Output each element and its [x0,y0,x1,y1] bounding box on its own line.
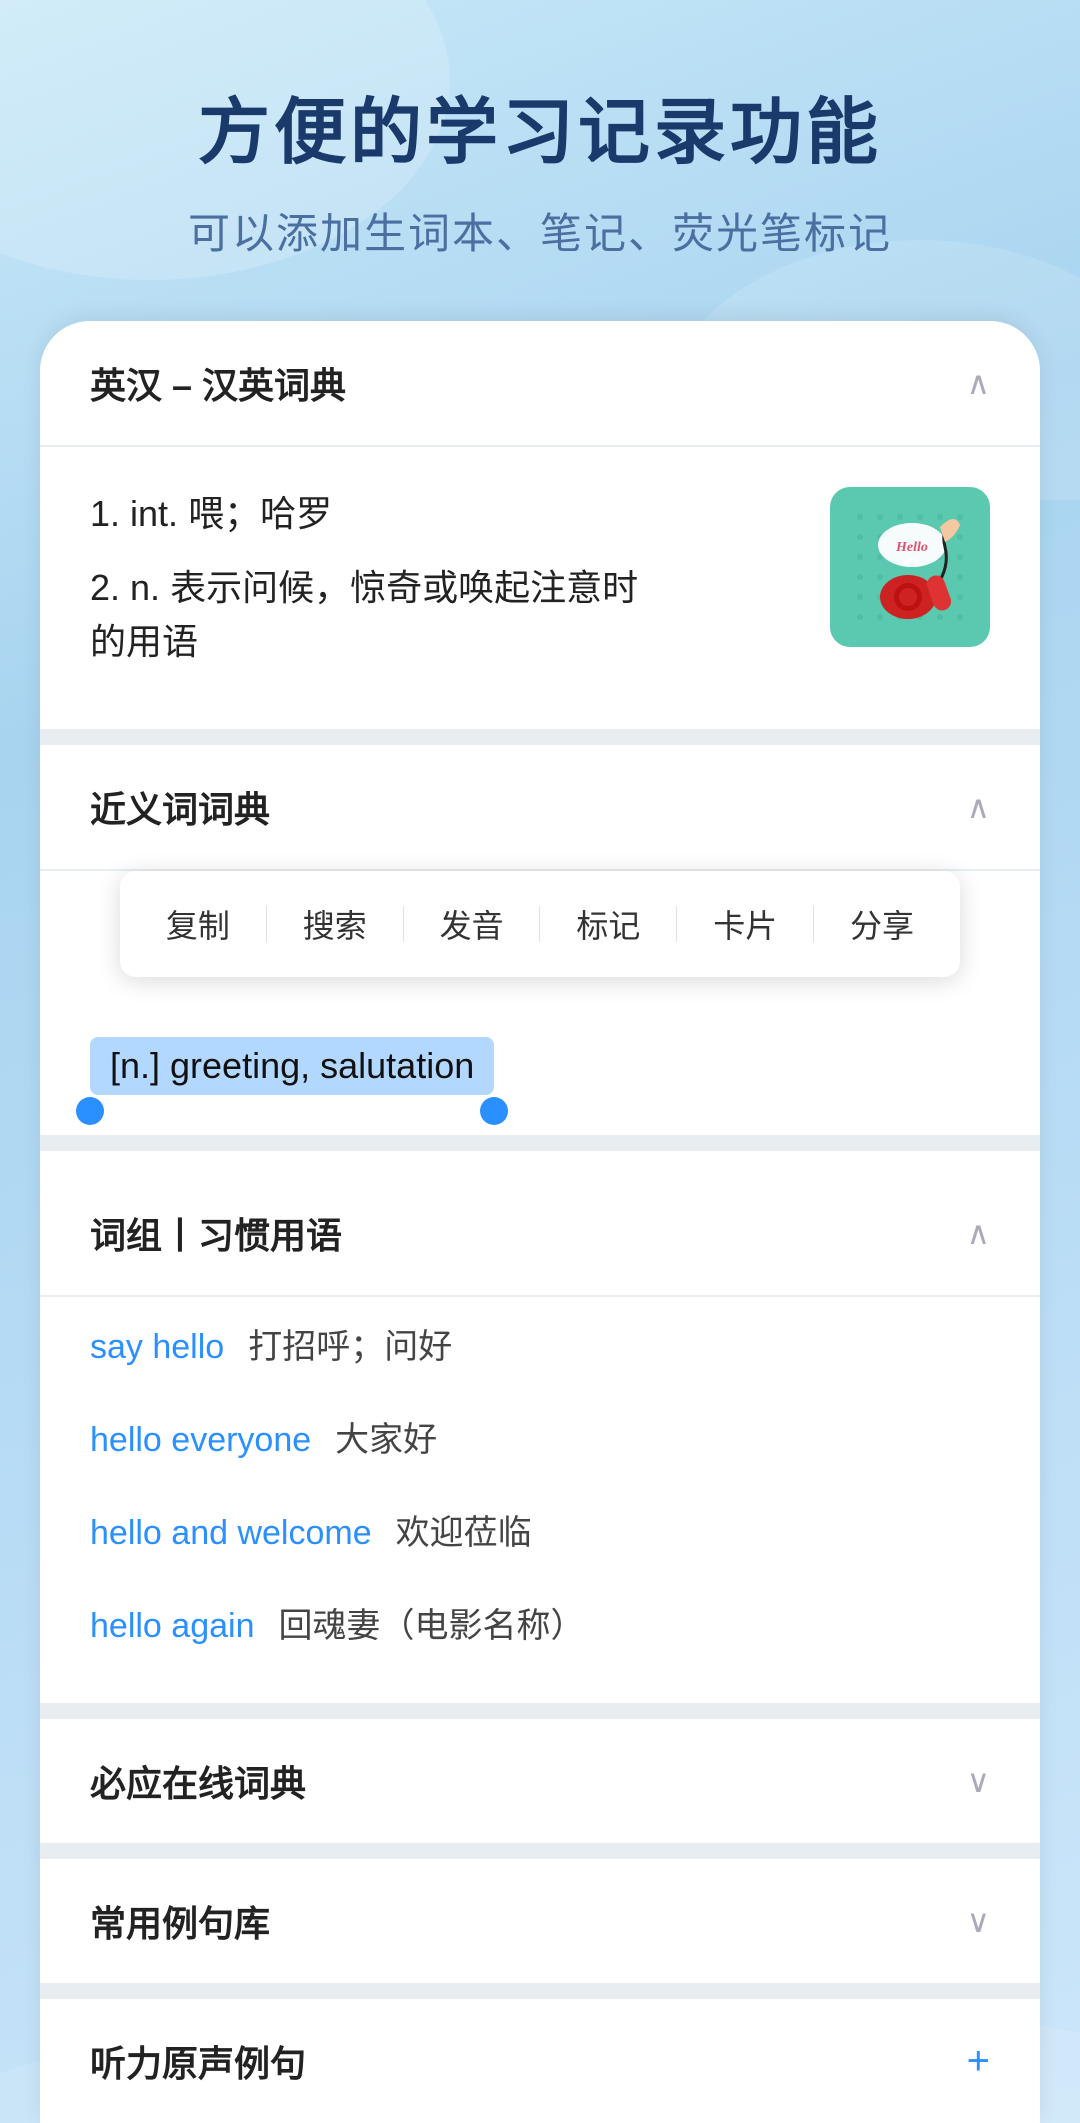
examples-section: 常用例句库 ∨ [40,1843,1040,1983]
context-menu-mark[interactable]: 标记 [540,891,676,957]
highlighted-synonym-text[interactable]: [n.] greeting, salutation [90,1037,494,1095]
def-1-index: 1. [90,493,130,534]
examples-section-header[interactable]: 常用例句库 ∨ [40,1859,1040,1983]
phrase-row-2[interactable]: hello everyone 大家好 [40,1390,1040,1483]
phrase-zh-4: 回魂妻（电影名称） [278,1598,584,1647]
phrase-zh-3: 欢迎莅临 [396,1505,532,1554]
phrase-en-1[interactable]: say hello [90,1328,224,1367]
biying-title: 必应在线词典 [90,1755,306,1807]
dictionary-entry-card: 1. int. 喂；哈罗 2. n. 表示问候，惊奇或唤起注意时的用语 [40,447,1040,729]
examples-chevron-down-icon: ∨ [967,1902,990,1940]
context-menu-search[interactable]: 搜索 [267,891,403,957]
entry-row: 1. int. 喂；哈罗 2. n. 表示问候，惊奇或唤起注意时的用语 [90,487,990,689]
audio-title: 听力原声例句 [90,2035,306,2087]
dictionary-title: 英汉 – 汉英词典 [90,357,346,409]
selection-handle-left [76,1097,104,1125]
synonym-title: 近义词词典 [90,781,270,833]
entry-def-2: 2. n. 表示问候，惊奇或唤起注意时的用语 [90,561,800,669]
dictionary-section-header[interactable]: 英汉 – 汉英词典 ∧ [40,321,1040,447]
phrase-en-2[interactable]: hello everyone [90,1421,311,1460]
entry-def-1: 1. int. 喂；哈罗 [90,487,800,541]
phrases-chevron-up-icon: ∧ [967,1214,990,1252]
def-2-text: 表示问候，惊奇或唤起注意时的用语 [90,567,638,662]
phrases-section: 词组丨习惯用语 ∧ say hello 打招呼；问好 hello everyon… [40,1151,1040,1703]
phrase-row-3[interactable]: hello and welcome 欢迎莅临 [40,1483,1040,1576]
biying-section: 必应在线词典 ∨ [40,1703,1040,1843]
examples-title: 常用例句库 [90,1895,270,1947]
phrases-title: 词组丨习惯用语 [90,1207,342,1259]
biying-section-header[interactable]: 必应在线词典 ∨ [40,1719,1040,1843]
context-menu-copy[interactable]: 复制 [130,891,266,957]
audio-plus-icon[interactable]: + [967,2039,990,2084]
def-1-text: 喂；哈罗 [188,493,332,534]
def-2-index: 2. [90,567,130,608]
entry-definitions: 1. int. 喂；哈罗 2. n. 表示问候，惊奇或唤起注意时的用语 [90,487,800,689]
header-section: 方便的学习记录功能 可以添加生词本、笔记、荧光笔标记 [0,0,1080,321]
audio-section: 听力原声例句 + [40,1983,1040,2123]
context-menu-share[interactable]: 分享 [814,891,950,957]
header-title: 方便的学习记录功能 [60,90,1020,176]
synonym-chevron-up-icon: ∧ [967,788,990,826]
header-subtitle: 可以添加生词本、笔记、荧光笔标记 [60,200,1020,261]
selection-handle-right [480,1097,508,1125]
dictionary-chevron-up-icon: ∧ [967,364,990,402]
phrase-row-1[interactable]: say hello 打招呼；问好 [40,1297,1040,1390]
def-2-type: n. [130,567,170,608]
context-menu-card[interactable]: 卡片 [677,891,813,957]
phrase-en-3[interactable]: hello and welcome [90,1514,372,1553]
context-menu: 复制 搜索 发音 标记 卡片 分享 [120,871,960,977]
divider-1 [40,729,1040,745]
synonym-section-header[interactable]: 近义词词典 ∧ [40,745,1040,871]
svg-text:Hello: Hello [895,540,928,555]
hello-telephone-image: Hello [830,487,990,647]
synonym-section: 近义词词典 ∧ 复制 搜索 发音 标记 卡片 分享 [n.] greeting, [40,745,1040,1135]
phrase-zh-1: 打招呼；问好 [248,1319,452,1368]
main-card: 英汉 – 汉英词典 ∧ 1. int. 喂；哈罗 2. n. 表示问候，惊奇或唤… [40,321,1040,2123]
phrases-section-header[interactable]: 词组丨习惯用语 ∧ [40,1171,1040,1297]
def-1-type: int. [130,493,188,534]
context-menu-pronounce[interactable]: 发音 [404,891,540,957]
audio-section-header[interactable]: 听力原声例句 + [40,1999,1040,2123]
highlighted-text-container: [n.] greeting, salutation [40,1017,1040,1135]
phrase-en-4[interactable]: hello again [90,1607,254,1646]
phrase-zh-2: 大家好 [335,1412,437,1461]
divider-2 [40,1135,1040,1151]
biying-chevron-down-icon: ∨ [967,1762,990,1800]
phrase-row-4[interactable]: hello again 回魂妻（电影名称） [40,1576,1040,1683]
